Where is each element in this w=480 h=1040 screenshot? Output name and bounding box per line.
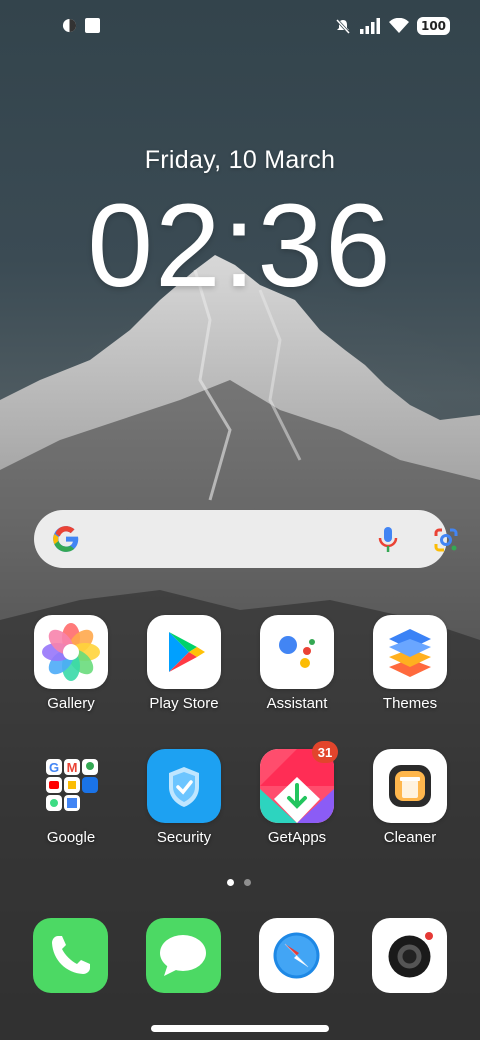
- assistant-icon: [260, 615, 334, 689]
- app-label: Security: [156, 829, 212, 846]
- google-g-icon: [53, 526, 79, 552]
- play-store-icon: [147, 615, 221, 689]
- messages-icon: [160, 935, 206, 976]
- square-icon: [85, 18, 100, 33]
- app-getapps[interactable]: GetApps: [242, 749, 352, 846]
- app-assistant[interactable]: Assistant: [242, 615, 352, 712]
- browser-icon: [273, 932, 320, 979]
- mute-icon: [335, 18, 351, 34]
- dock-messages[interactable]: [146, 918, 221, 993]
- page-dot-active: [227, 879, 234, 886]
- home-indicator[interactable]: [151, 1025, 329, 1032]
- lock-date: Friday, 10 March: [144, 146, 336, 174]
- camera-icon: [388, 932, 433, 978]
- wifi-icon: [389, 18, 409, 33]
- app-label: GetApps: [267, 829, 327, 846]
- google-lens-icon[interactable]: [432, 526, 460, 554]
- lock-time[interactable]: 02:36: [0, 178, 480, 314]
- app-security[interactable]: Security: [129, 749, 239, 846]
- app-label: Gallery: [47, 695, 95, 712]
- status-bar: 100: [0, 0, 480, 56]
- vpn-icon: [62, 18, 77, 33]
- phone-icon: [52, 936, 90, 974]
- page-indicator: [227, 879, 251, 886]
- app-label: Assistant: [266, 695, 328, 712]
- app-play-store[interactable]: Play Store: [129, 615, 239, 712]
- google-folder-icon: G M: [34, 749, 108, 823]
- svg-text:M: M: [67, 760, 78, 775]
- svg-text:G: G: [49, 760, 59, 775]
- app-themes[interactable]: Themes: [355, 615, 465, 712]
- cleaner-icon: [373, 749, 447, 823]
- signal-icon: [360, 18, 380, 34]
- app-cleaner[interactable]: Cleaner: [355, 749, 465, 846]
- app-label: Themes: [382, 695, 438, 712]
- app-label: Google: [46, 829, 96, 846]
- battery-icon: 100: [417, 17, 450, 35]
- notification-badge: 31: [312, 741, 338, 763]
- app-gallery[interactable]: Gallery: [16, 615, 126, 712]
- app-label: Play Store: [149, 695, 219, 712]
- app-label: Cleaner: [383, 829, 437, 846]
- security-icon: [147, 749, 221, 823]
- mic-icon[interactable]: [377, 526, 399, 554]
- google-search-bar[interactable]: [34, 510, 458, 568]
- app-google-folder[interactable]: G M Google: [16, 749, 126, 846]
- gallery-icon: [34, 615, 108, 689]
- themes-icon: [373, 615, 447, 689]
- dock-phone[interactable]: [33, 918, 108, 993]
- page-dot: [244, 879, 251, 886]
- dock-camera[interactable]: [372, 918, 447, 993]
- dock-browser[interactable]: [259, 918, 334, 993]
